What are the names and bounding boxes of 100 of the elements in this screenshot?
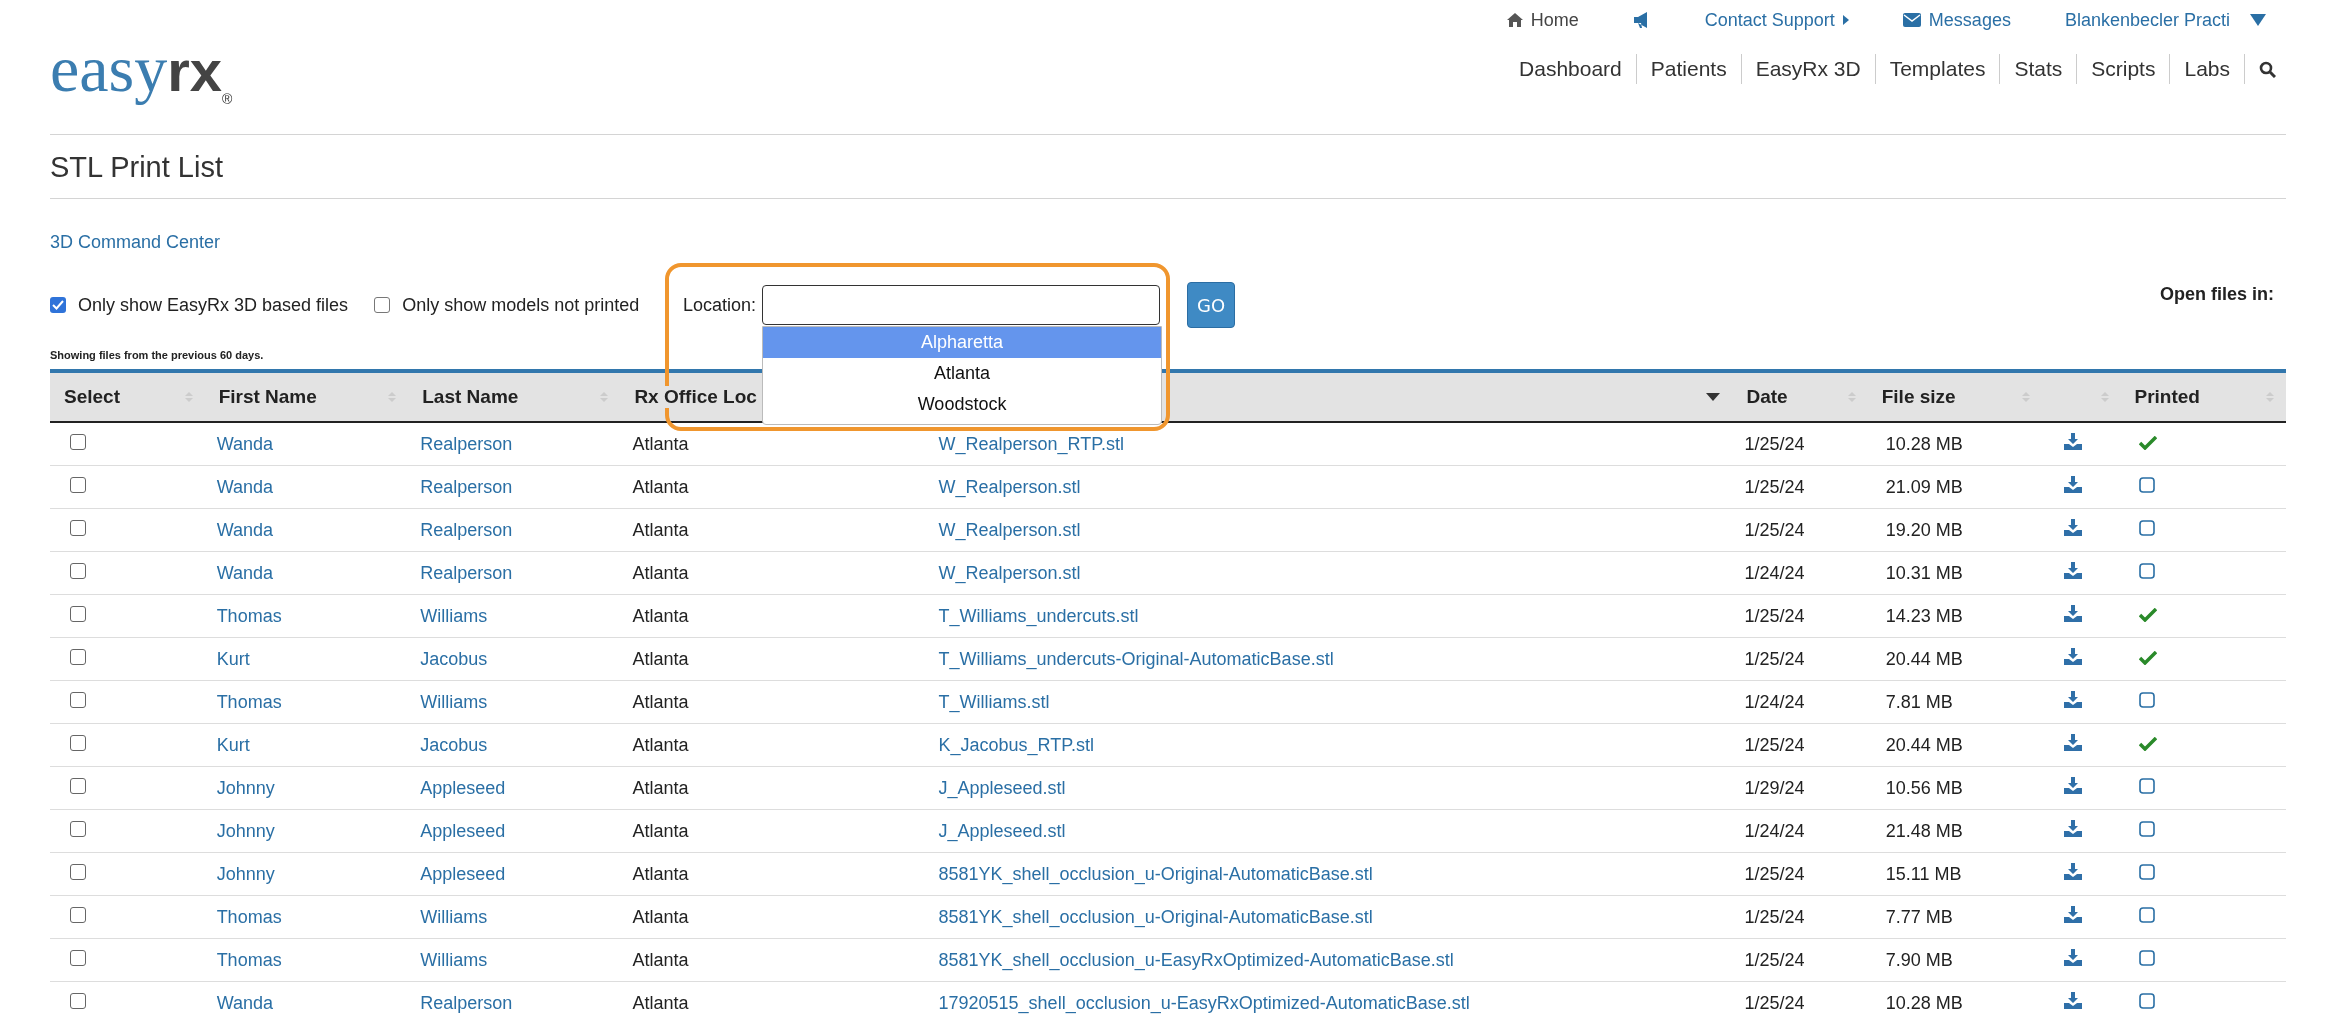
- printed-checkbox[interactable]: [2138, 777, 2155, 794]
- last-name-link[interactable]: Realperson: [420, 992, 513, 1013]
- first-name-link[interactable]: Wanda: [216, 562, 273, 583]
- column-header[interactable]: Printed: [2120, 371, 2286, 422]
- download-icon[interactable]: [2064, 562, 2083, 579]
- first-name-link[interactable]: Wanda: [216, 992, 273, 1013]
- column-header[interactable]: File size: [1867, 371, 2043, 422]
- row-checkbox[interactable]: [70, 906, 86, 923]
- first-name-link[interactable]: Wanda: [216, 519, 273, 540]
- file-link[interactable]: 8581YK_shell_occlusion_u-Original-AutomaticBase.stl: [938, 863, 1373, 884]
- printed-checkbox[interactable]: [2138, 992, 2155, 1009]
- download-icon[interactable]: [2064, 777, 2083, 794]
- download-icon[interactable]: [2064, 820, 2083, 837]
- dropdown-option[interactable]: Alpharetta: [763, 327, 1162, 358]
- nav-link[interactable]: Labs: [2170, 54, 2245, 84]
- file-link[interactable]: T_Williams_undercuts-Original-AutomaticBase.stl: [938, 648, 1334, 669]
- printed-checkbox[interactable]: [2138, 820, 2155, 837]
- file-link[interactable]: T_Williams_undercuts.stl: [938, 605, 1139, 626]
- last-name-link[interactable]: Jacobus: [420, 648, 488, 669]
- location-input[interactable]: [762, 285, 1161, 325]
- last-name-link[interactable]: Realperson: [420, 562, 513, 583]
- column-header[interactable]: Last Name: [408, 371, 621, 422]
- row-checkbox[interactable]: [70, 777, 86, 794]
- row-checkbox[interactable]: [70, 605, 86, 622]
- first-name-link[interactable]: Thomas: [216, 906, 282, 927]
- printed-checkbox[interactable]: [2138, 519, 2155, 536]
- nav-link[interactable]: Scripts: [2077, 54, 2171, 84]
- printed-checkbox[interactable]: [2138, 562, 2155, 579]
- first-name-link[interactable]: Wanda: [216, 476, 273, 497]
- row-checkbox[interactable]: [70, 433, 86, 450]
- file-link[interactable]: 8581YK_shell_occlusion_u-EasyRxOptimized-AutomaticBase.stl: [938, 949, 1454, 970]
- check-icon[interactable]: [2138, 607, 2157, 622]
- last-name-link[interactable]: Realperson: [420, 433, 513, 454]
- filter-checkbox[interactable]: [374, 297, 391, 313]
- download-icon[interactable]: [2064, 949, 2083, 966]
- row-checkbox[interactable]: [70, 691, 86, 708]
- download-icon[interactable]: [2064, 648, 2083, 665]
- file-link[interactable]: W_Realperson.stl: [938, 519, 1081, 540]
- file-link[interactable]: 17920515_shell_occlusion_u-EasyRxOptimized-AutomaticBase.stl: [938, 992, 1470, 1013]
- row-checkbox[interactable]: [70, 519, 86, 536]
- nav-link[interactable]: Patients: [1636, 54, 1742, 84]
- download-icon[interactable]: [2064, 691, 2083, 708]
- download-icon[interactable]: [2064, 906, 2083, 923]
- printed-checkbox[interactable]: [2138, 691, 2155, 708]
- last-name-link[interactable]: Jacobus: [420, 734, 488, 755]
- file-link[interactable]: T_Williams.stl: [938, 691, 1050, 712]
- file-link[interactable]: W_Realperson_RTP.stl: [938, 433, 1124, 454]
- last-name-link[interactable]: Williams: [420, 691, 488, 712]
- home-link[interactable]: Home: [1506, 9, 1579, 31]
- printed-checkbox[interactable]: [2138, 863, 2155, 880]
- column-header[interactable]: First Name: [204, 371, 409, 422]
- first-name-link[interactable]: Thomas: [216, 691, 282, 712]
- nav-link[interactable]: EasyRx 3D: [1741, 54, 1876, 84]
- column-header[interactable]: Select: [50, 371, 205, 422]
- first-name-link[interactable]: Kurt: [216, 734, 250, 755]
- row-checkbox[interactable]: [70, 992, 86, 1009]
- first-name-link[interactable]: Wanda: [216, 433, 273, 454]
- row-checkbox[interactable]: [70, 734, 86, 751]
- download-icon[interactable]: [2064, 433, 2083, 450]
- first-name-link[interactable]: Johnny: [216, 820, 275, 841]
- download-icon[interactable]: [2064, 992, 2083, 1009]
- download-icon[interactable]: [2064, 734, 2083, 751]
- download-icon[interactable]: [2064, 476, 2083, 493]
- file-link[interactable]: W_Realperson.stl: [938, 476, 1081, 497]
- row-checkbox[interactable]: [70, 820, 86, 837]
- printed-checkbox[interactable]: [2138, 476, 2155, 493]
- first-name-link[interactable]: Thomas: [216, 949, 282, 970]
- last-name-link[interactable]: Appleseed: [420, 777, 506, 798]
- sort-descending-icon[interactable]: [1706, 393, 1721, 401]
- printed-checkbox[interactable]: [2138, 906, 2155, 923]
- download-icon[interactable]: [2064, 519, 2083, 536]
- file-link[interactable]: W_Realperson.stl: [938, 562, 1081, 583]
- first-name-link[interactable]: Johnny: [216, 863, 275, 884]
- row-checkbox[interactable]: [70, 562, 86, 579]
- printed-checkbox[interactable]: [2138, 949, 2155, 966]
- last-name-link[interactable]: Appleseed: [420, 863, 506, 884]
- nav-link[interactable]: Stats: [2000, 54, 2078, 84]
- filter-checkbox[interactable]: [50, 297, 66, 313]
- command-center-link[interactable]: 3D Command Center: [50, 232, 221, 253]
- last-name-link[interactable]: Williams: [420, 906, 488, 927]
- first-name-link[interactable]: Johnny: [216, 777, 275, 798]
- last-name-link[interactable]: Realperson: [420, 519, 513, 540]
- first-name-link[interactable]: Kurt: [216, 648, 250, 669]
- row-checkbox[interactable]: [70, 476, 86, 493]
- row-checkbox[interactable]: [70, 949, 86, 966]
- file-link[interactable]: J_Appleseed.stl: [938, 777, 1066, 798]
- file-link[interactable]: J_Appleseed.stl: [938, 820, 1066, 841]
- download-icon[interactable]: [2064, 605, 2083, 622]
- column-header[interactable]: Date: [1732, 371, 1868, 422]
- messages-link[interactable]: Messages: [1902, 9, 2011, 31]
- last-name-link[interactable]: Appleseed: [420, 820, 506, 841]
- check-icon[interactable]: [2138, 435, 2157, 450]
- account-link[interactable]: Blankenbecler Practi: [2064, 9, 2266, 31]
- last-name-link[interactable]: Williams: [420, 605, 488, 626]
- check-icon[interactable]: [2138, 650, 2157, 665]
- check-icon[interactable]: [2138, 736, 2157, 751]
- last-name-link[interactable]: Williams: [420, 949, 488, 970]
- first-name-link[interactable]: Thomas: [216, 605, 282, 626]
- nav-link[interactable]: Templates: [1875, 54, 2001, 84]
- go-button[interactable]: GO: [1187, 282, 1236, 328]
